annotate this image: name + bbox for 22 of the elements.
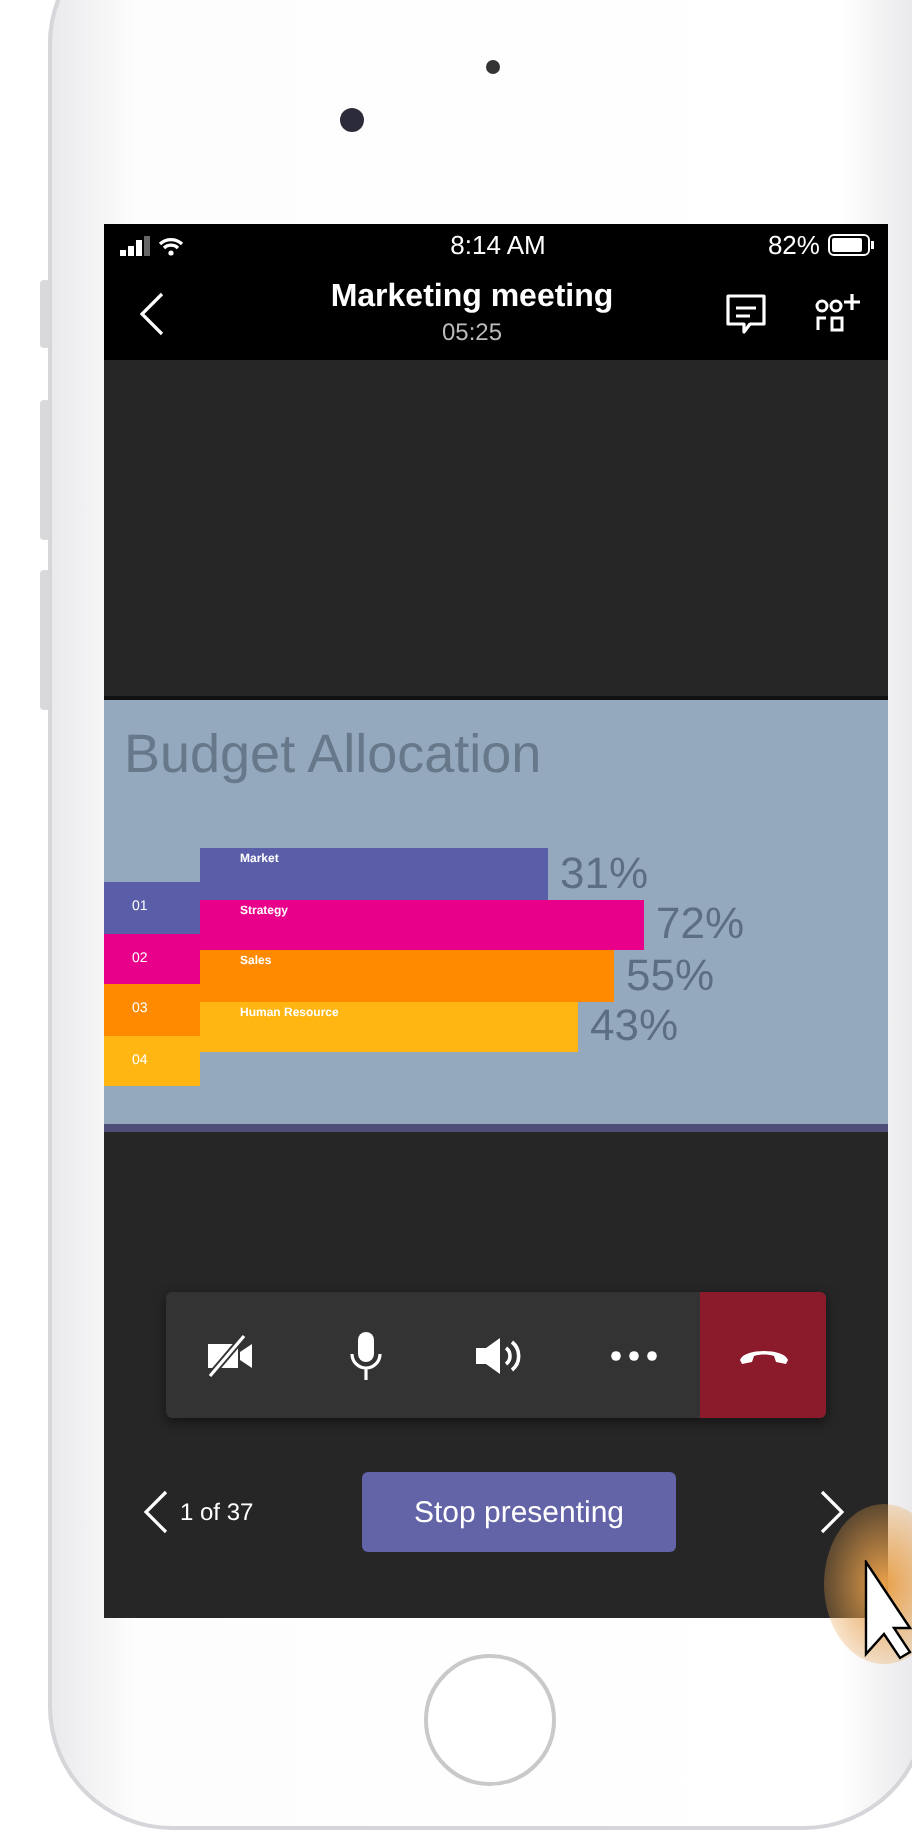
back-icon[interactable] (140, 291, 164, 335)
more-icon (609, 1349, 658, 1361)
battery-icon (827, 234, 876, 256)
previous-slide-icon[interactable] (144, 1490, 168, 1534)
slide-percent: 55% (626, 949, 715, 1002)
wifi-icon (158, 235, 184, 255)
hang-up-icon (737, 1345, 789, 1365)
signal-icon (120, 235, 152, 255)
microphone-icon (348, 1329, 385, 1381)
battery-percent: 82% (767, 230, 820, 260)
slide-counter: 1 of 37 (180, 1498, 256, 1526)
meeting-duration: 05:25 (441, 318, 503, 346)
cursor-icon (864, 1560, 912, 1660)
slide-percent: 31% (560, 847, 649, 900)
status-time: 8:14 AM (450, 230, 546, 260)
slide-percent: 72% (656, 898, 745, 951)
meeting-title: Marketing meeting (330, 280, 614, 316)
chat-icon[interactable] (724, 291, 768, 335)
add-people-icon[interactable] (812, 291, 864, 335)
next-slide-icon[interactable] (820, 1490, 844, 1534)
stop-presenting-button[interactable]: Stop presenting (362, 1472, 676, 1552)
slide-percent: 43% (590, 1000, 679, 1053)
